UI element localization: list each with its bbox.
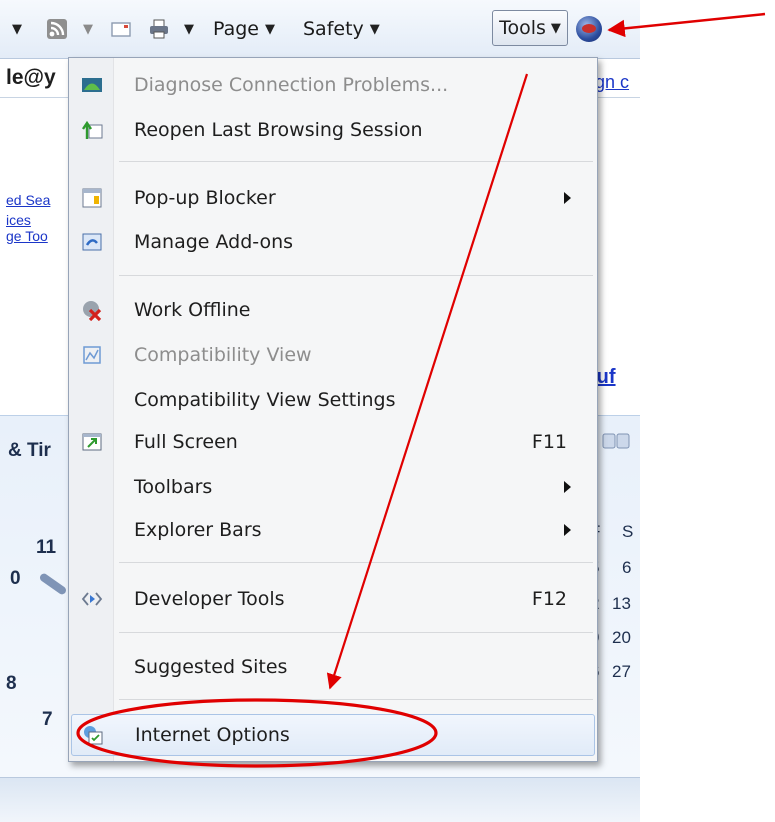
work-offline-icon [83, 301, 102, 321]
clock-number: 8 [6, 673, 17, 694]
internet-options-icon [84, 726, 103, 745]
safety-menu-label: Safety [303, 18, 364, 40]
menu-item-explorer-bars[interactable]: Explorer Bars [71, 510, 595, 550]
clock-number: 11 [36, 537, 57, 558]
submenu-arrow-icon [564, 192, 571, 204]
developer-tools-icon [81, 592, 103, 606]
menu-item-developer-tools[interactable]: Developer Tools F12 [71, 579, 595, 619]
menu-separator [119, 562, 593, 563]
page-menu-button[interactable]: Page ▼ [213, 12, 275, 46]
globe-icon[interactable] [576, 16, 602, 42]
safety-menu-button[interactable]: Safety ▼ [303, 12, 380, 46]
feeds-dropdown-arrow[interactable]: ▼ [83, 12, 93, 46]
shortcut-label: F11 [531, 431, 567, 453]
reopen-session-icon [82, 120, 103, 139]
clock-number: 7 [42, 709, 53, 730]
menu-separator [119, 161, 593, 162]
diagnose-icon [82, 78, 102, 92]
menu-item-full-screen[interactable]: Full Screen F11 [71, 422, 595, 462]
rss-feed-icon[interactable] [46, 12, 68, 46]
menu-item-compatibility-view[interactable]: Compatibility View [71, 335, 595, 375]
menu-item-work-offline[interactable]: Work Offline [71, 290, 595, 330]
submenu-arrow-icon [564, 481, 571, 493]
menu-item-suggested-sites[interactable]: Suggested Sites [71, 647, 595, 687]
home-dropdown-arrow[interactable]: ▼ [12, 12, 22, 46]
menu-separator [119, 275, 593, 276]
menu-item-popup-blocker[interactable]: Pop-up Blocker [71, 178, 595, 218]
read-mail-icon[interactable] [110, 12, 132, 46]
sidebar-link-fragment[interactable]: ge Too [6, 228, 48, 244]
menu-item-diagnose-connection[interactable]: Diagnose Connection Problems... [71, 65, 595, 105]
shortcut-label: F12 [531, 588, 567, 610]
menu-item-manage-addons[interactable]: Manage Add-ons [71, 222, 595, 262]
page-menu-label: Page [213, 18, 259, 40]
print-icon[interactable] [148, 12, 170, 46]
sign-link-fragment[interactable]: gn c [595, 72, 629, 93]
menu-separator [119, 632, 593, 633]
full-screen-icon [82, 433, 102, 451]
panel-window-controls[interactable] [602, 432, 632, 452]
panel-header-fragment: & Tir [8, 440, 51, 461]
menu-item-reopen-session[interactable]: Reopen Last Browsing Session [71, 110, 595, 150]
sidebar-link-fragment[interactable]: ed Sea [6, 192, 50, 208]
lower-panel-header [0, 777, 640, 822]
menu-item-compatibility-view-settings[interactable]: Compatibility View Settings [71, 380, 595, 420]
sidebar-link-fragment[interactable]: ices [6, 212, 31, 228]
menu-item-toolbars[interactable]: Toolbars [71, 467, 595, 507]
command-bar: ▼ ▼ ▼ Page ▼ Safety ▼ Tools ▼ [0, 0, 640, 59]
menu-item-internet-options[interactable]: Internet Options [71, 714, 595, 756]
compatibility-view-icon [83, 346, 101, 364]
email-address-fragment: le@y [6, 66, 56, 89]
tools-menu-label: Tools [499, 17, 546, 39]
print-dropdown-arrow[interactable]: ▼ [184, 12, 194, 46]
menu-separator [119, 699, 593, 700]
popup-blocker-icon [82, 188, 102, 208]
addons-icon [82, 233, 102, 251]
tools-menu-button[interactable]: Tools ▼ [492, 10, 568, 46]
submenu-arrow-icon [564, 524, 571, 536]
clock-number: 0 [10, 568, 21, 589]
tools-dropdown-menu: Diagnose Connection Problems... Reopen L… [68, 57, 598, 762]
